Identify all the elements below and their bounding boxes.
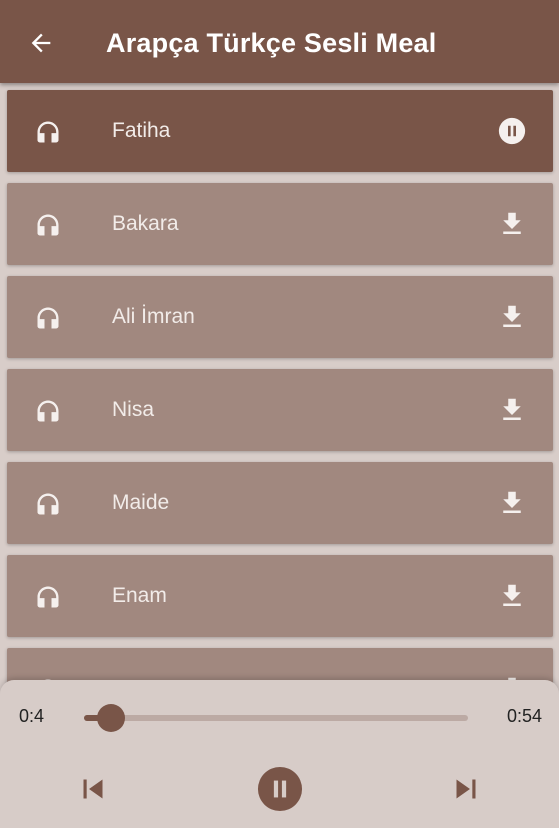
duration-time: 0:54 xyxy=(506,706,542,726)
track-item-enam[interactable]: Enam xyxy=(7,555,553,637)
download-icon[interactable] xyxy=(497,581,527,611)
pause-circle-icon xyxy=(257,766,303,812)
track-item-maide[interactable]: Maide xyxy=(7,462,553,544)
track-item-bakara[interactable]: Bakara xyxy=(7,183,553,265)
download-icon[interactable] xyxy=(497,302,527,332)
back-button[interactable] xyxy=(18,20,64,66)
track-item-partial[interactable] xyxy=(7,648,553,683)
previous-button[interactable] xyxy=(70,766,116,812)
next-button[interactable] xyxy=(443,766,489,812)
track-name: Enam xyxy=(112,584,167,607)
play-pause-button[interactable] xyxy=(257,766,303,812)
app-bar: Arapça Türkçe Sesli Meal xyxy=(0,0,559,83)
download-icon[interactable] xyxy=(497,209,527,239)
download-icon[interactable] xyxy=(497,488,527,518)
track-list: Fatiha Bakara Ali İmran Nisa Maide Enam xyxy=(0,83,559,683)
current-time: 0:4 xyxy=(19,706,45,726)
audio-player: 0:4 0:54 xyxy=(0,680,559,828)
pause-circle-icon[interactable] xyxy=(497,116,527,146)
slider-thumb[interactable] xyxy=(96,704,125,732)
progress-slider[interactable] xyxy=(84,704,468,732)
track-item-nisa[interactable]: Nisa xyxy=(7,369,553,451)
page-title: Arapça Türkçe Sesli Meal xyxy=(106,28,437,58)
headphones-icon xyxy=(37,586,59,608)
headphones-icon xyxy=(37,493,59,515)
arrow-back-icon xyxy=(31,33,51,53)
track-name: Fatiha xyxy=(112,119,171,142)
track-item-fatiha[interactable]: Fatiha xyxy=(7,90,553,172)
headphones-icon xyxy=(37,307,59,329)
headphones-icon xyxy=(37,400,59,422)
track-item-ali-imran[interactable]: Ali İmran xyxy=(7,276,553,358)
skip-next-icon xyxy=(456,779,476,799)
headphones-icon xyxy=(37,214,59,236)
track-name: Maide xyxy=(112,491,170,514)
track-name: Ali İmran xyxy=(112,305,195,328)
skip-previous-icon xyxy=(83,779,103,799)
track-name: Nisa xyxy=(112,398,155,421)
download-icon[interactable] xyxy=(497,395,527,425)
headphones-icon xyxy=(37,121,59,143)
track-name: Bakara xyxy=(112,212,179,235)
